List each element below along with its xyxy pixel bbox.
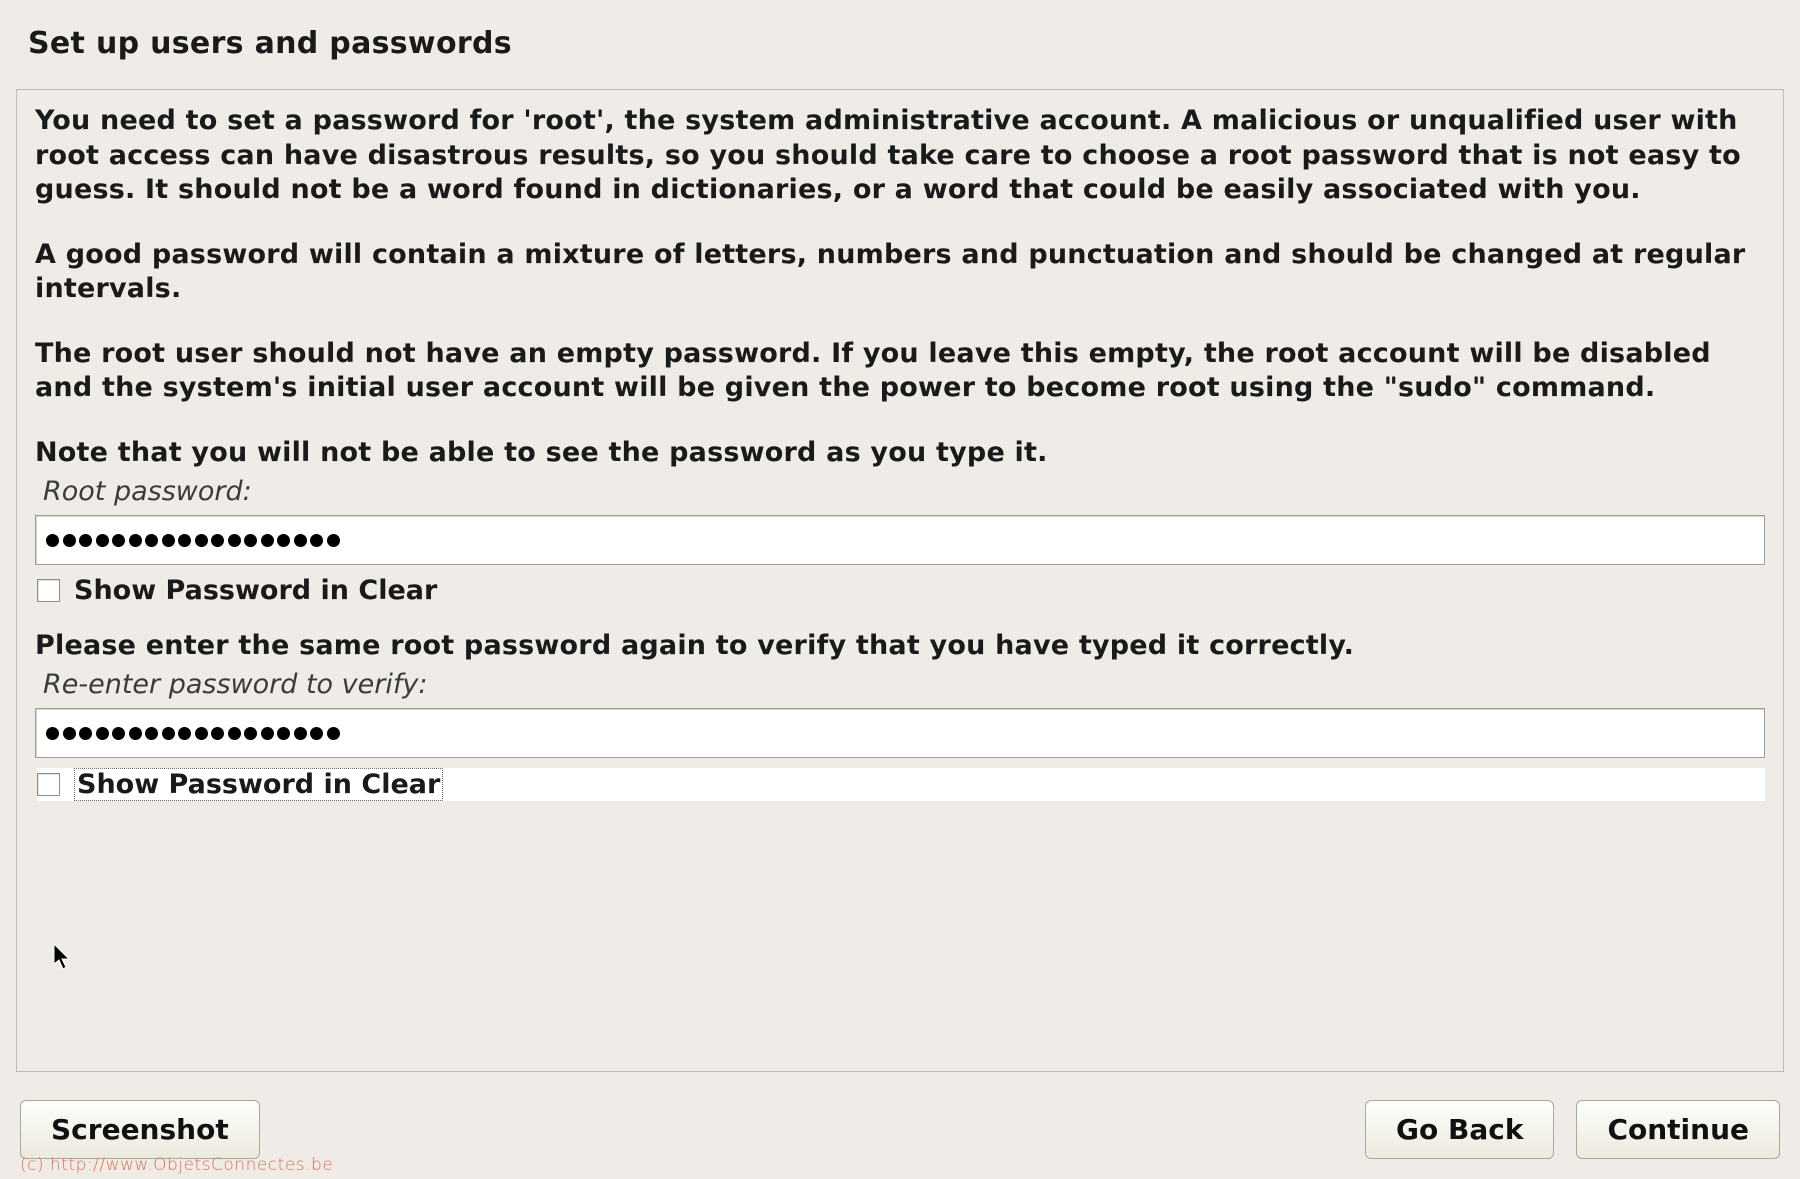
root-password-input[interactable] (35, 515, 1765, 565)
show-password-1-checkbox[interactable] (37, 579, 60, 602)
intro-paragraph-1: You need to set a password for 'root', t… (35, 104, 1765, 208)
continue-button[interactable]: Continue (1576, 1100, 1780, 1159)
intro-paragraph-2: A good password will contain a mixture o… (35, 238, 1765, 307)
go-back-button[interactable]: Go Back (1365, 1100, 1554, 1159)
watermark: (c) http://www.ObjetsConnectes.be (20, 1155, 333, 1175)
show-password-2-row[interactable]: Show Password in Clear (37, 768, 1765, 801)
verify-password-input[interactable] (35, 708, 1765, 758)
page-title: Set up users and passwords (28, 26, 1784, 61)
show-password-2-label: Show Password in Clear (74, 768, 443, 801)
verify-password-label: Re-enter password to verify: (43, 669, 1765, 700)
intro-paragraph-4: Note that you will not be able to see th… (35, 436, 1765, 471)
verify-prompt: Please enter the same root password agai… (35, 630, 1765, 661)
intro-paragraph-3: The root user should not have an empty p… (35, 337, 1765, 406)
show-password-2-checkbox[interactable] (37, 773, 60, 796)
root-password-label: Root password: (43, 476, 1765, 507)
show-password-1-row[interactable]: Show Password in Clear (37, 575, 1765, 606)
screenshot-button[interactable]: Screenshot (20, 1100, 260, 1159)
button-bar: Screenshot Go Back Continue (16, 1100, 1784, 1163)
content-panel: You need to set a password for 'root', t… (16, 89, 1784, 1072)
show-password-1-label: Show Password in Clear (74, 575, 437, 606)
